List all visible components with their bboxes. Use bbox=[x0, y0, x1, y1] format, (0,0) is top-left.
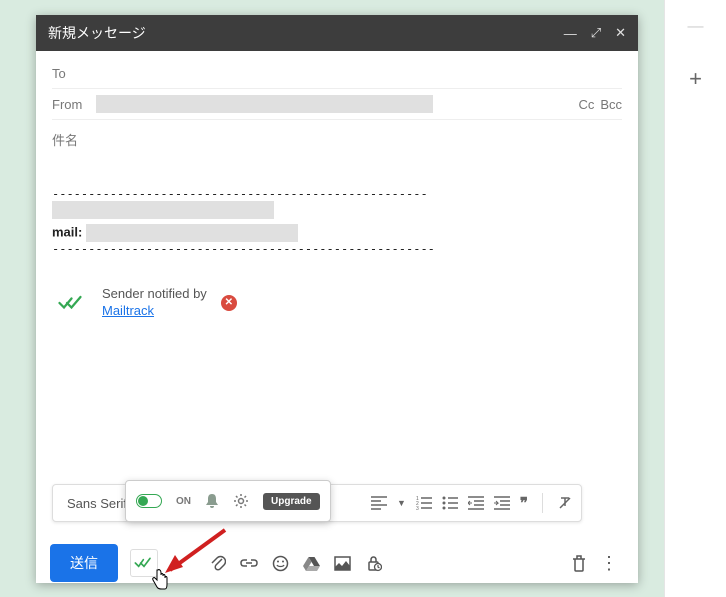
from-label: From bbox=[52, 97, 92, 112]
align-icon[interactable] bbox=[371, 496, 387, 510]
to-label: To bbox=[52, 66, 92, 81]
mailtrack-toggle-label: ON bbox=[176, 496, 191, 507]
quote-icon[interactable]: ❞ bbox=[520, 494, 528, 512]
cc-link[interactable]: Cc bbox=[578, 97, 594, 112]
gmail-side-panel: ― + bbox=[664, 0, 726, 597]
chevron-down-icon[interactable]: ▼ bbox=[397, 498, 406, 508]
from-field-row[interactable]: From Cc Bcc bbox=[52, 89, 622, 120]
from-value-redacted bbox=[96, 95, 433, 113]
compose-header-fields: To From Cc Bcc 件名 bbox=[36, 51, 638, 159]
svg-text:3: 3 bbox=[416, 506, 419, 510]
bcc-link[interactable]: Bcc bbox=[600, 97, 622, 112]
expand-icon[interactable]: ⤢ bbox=[591, 25, 601, 41]
side-panel-toggle-icon[interactable]: ― bbox=[688, 18, 704, 36]
numbered-list-icon[interactable]: 123 bbox=[416, 496, 432, 510]
mailtrack-double-check-icon bbox=[58, 294, 88, 312]
compose-titlebar: 新規メッセージ — ⤢ ✕ bbox=[36, 15, 638, 51]
mailtrack-toolbar-button[interactable] bbox=[130, 549, 158, 577]
upgrade-button[interactable]: Upgrade bbox=[263, 493, 320, 510]
subject-placeholder: 件名 bbox=[52, 130, 78, 149]
mailtrack-link[interactable]: Mailtrack bbox=[102, 303, 154, 318]
drive-icon[interactable] bbox=[303, 556, 320, 571]
mailtrack-dismiss-icon[interactable]: ✕ bbox=[221, 295, 237, 311]
bell-icon[interactable] bbox=[205, 493, 219, 509]
font-family-selector[interactable]: Sans Serif bbox=[61, 496, 133, 511]
add-addon-icon[interactable]: + bbox=[689, 66, 702, 92]
attach-icon[interactable] bbox=[210, 554, 226, 572]
image-icon[interactable] bbox=[334, 556, 351, 571]
signature-line-redacted bbox=[52, 201, 274, 219]
emoji-icon[interactable] bbox=[272, 555, 289, 572]
minimize-icon[interactable]: — bbox=[564, 26, 577, 41]
gear-icon[interactable] bbox=[233, 493, 249, 509]
to-field-row[interactable]: To bbox=[52, 59, 622, 89]
compose-title: 新規メッセージ bbox=[48, 23, 564, 43]
mailtrack-notified-text: Sender notified by bbox=[102, 286, 207, 303]
signature-mail-redacted bbox=[86, 224, 298, 242]
mailtrack-notification: Sender notified by Mailtrack ✕ bbox=[52, 286, 622, 320]
confidential-icon[interactable] bbox=[365, 555, 382, 572]
signature-mail-label: mail: bbox=[52, 224, 82, 239]
indent-decrease-icon[interactable] bbox=[468, 496, 484, 510]
clear-formatting-icon[interactable] bbox=[557, 495, 573, 511]
subject-field[interactable]: 件名 bbox=[52, 120, 622, 159]
send-button[interactable]: 送信 bbox=[50, 544, 118, 582]
more-options-icon[interactable]: ⋮ bbox=[600, 553, 616, 574]
signature-divider-top: ----------------------------------------… bbox=[52, 187, 622, 201]
bullet-list-icon[interactable] bbox=[442, 496, 458, 510]
close-icon[interactable]: ✕ bbox=[615, 25, 626, 41]
delete-icon[interactable] bbox=[572, 555, 586, 572]
link-icon[interactable] bbox=[240, 558, 258, 568]
mailtrack-toggle[interactable] bbox=[136, 494, 162, 508]
compose-bottom-toolbar: 送信 ⋮ bbox=[50, 543, 624, 583]
mailtrack-settings-popup: ON Upgrade bbox=[125, 480, 331, 522]
signature-divider-bottom: ----------------------------------------… bbox=[52, 242, 622, 256]
indent-increase-icon[interactable] bbox=[494, 496, 510, 510]
